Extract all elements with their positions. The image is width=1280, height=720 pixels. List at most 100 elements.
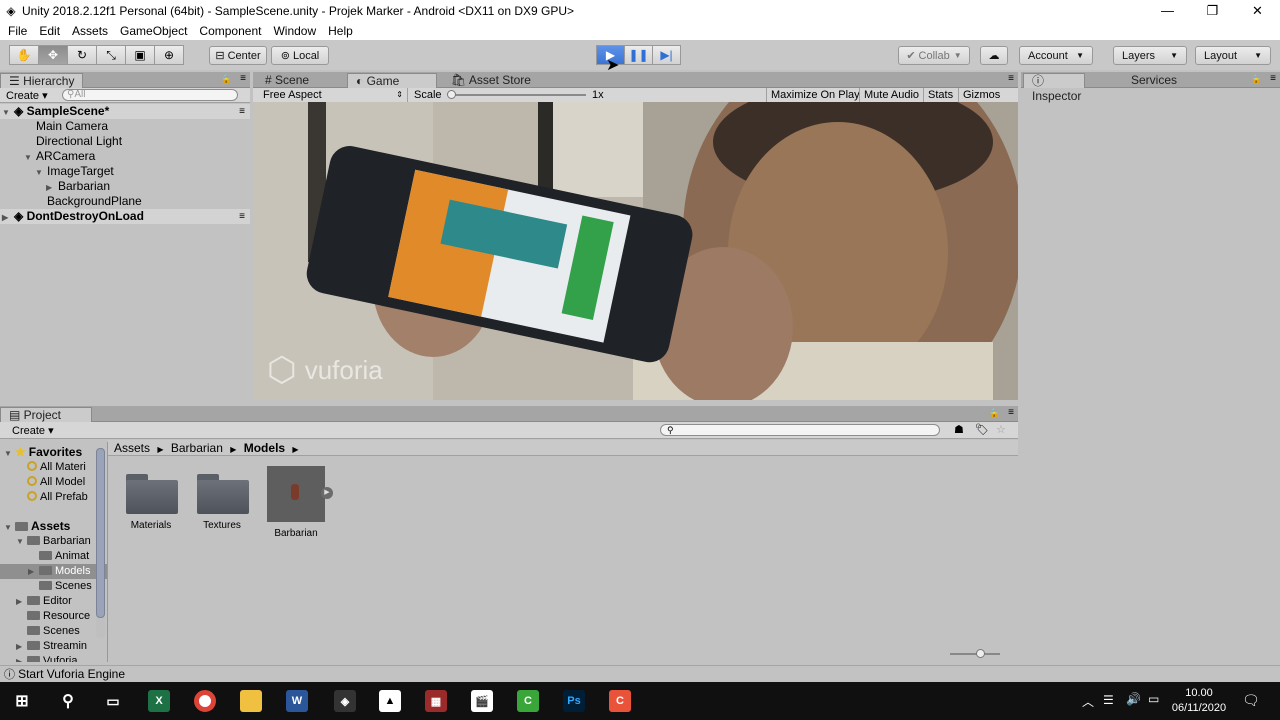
pivot-local-button[interactable]: ⊚ Local	[271, 46, 329, 65]
hierarchy-item[interactable]: Main Camera	[0, 119, 250, 134]
expand-right-icon[interactable]: ▶	[28, 564, 39, 579]
word-icon[interactable]: W	[286, 690, 308, 712]
scene-menu-icon[interactable]: ≡	[239, 209, 245, 224]
menu-help[interactable]: Help	[322, 24, 359, 38]
transform-tool-icon[interactable]: ⊕	[154, 45, 184, 65]
panel-menu-icon[interactable]: ≡	[240, 73, 246, 84]
scrollbar-track[interactable]	[96, 448, 105, 638]
notification-icon[interactable]: 🗨	[1242, 692, 1260, 709]
minimize-button[interactable]: —	[1145, 0, 1190, 22]
close-button[interactable]: ✕	[1235, 0, 1280, 22]
expand-right-icon[interactable]: ▶	[16, 594, 27, 609]
layout-dropdown[interactable]: Layout ▼	[1195, 46, 1271, 65]
move-tool-icon[interactable]: ✥	[38, 45, 68, 65]
asset-folder-item[interactable]: ▶ Models	[0, 564, 107, 579]
panel-menu-icon[interactable]: ≡	[1270, 73, 1276, 84]
hierarchy-item[interactable]: ▶ Barbarian	[0, 179, 250, 194]
menu-edit[interactable]: Edit	[33, 24, 66, 38]
icon-size-slider[interactable]	[950, 649, 1000, 658]
panel-menu-icon[interactable]: ≡	[1008, 73, 1014, 84]
expand-down-icon[interactable]: ▼	[16, 534, 27, 549]
windows-start-icon[interactable]: ⊞	[11, 690, 33, 712]
expand-down-icon[interactable]: ▼	[4, 446, 15, 460]
tab-scene[interactable]: # Scene	[257, 73, 317, 88]
asset-folder-item[interactable]: ▼ Barbarian	[0, 534, 107, 549]
unity-icon[interactable]: ◈	[334, 690, 356, 712]
account-dropdown[interactable]: Account ▼	[1019, 46, 1093, 65]
mute-audio-toggle[interactable]: Mute Audio	[859, 88, 923, 102]
filter-label-icon[interactable]: 🏷	[975, 423, 989, 436]
panel-menu-icon[interactable]: ≡	[1008, 407, 1014, 418]
camtasia-icon[interactable]: C	[517, 690, 539, 712]
expand-down-icon[interactable]: ▼	[4, 520, 15, 534]
asset-folder-item[interactable]: ▶ Vuforia	[0, 654, 107, 662]
scale-slider[interactable]	[447, 90, 586, 99]
expand-down-icon[interactable]: ▼	[24, 150, 36, 165]
asset-folder-item[interactable]: Scenes	[0, 624, 107, 639]
recorder-icon[interactable]: C	[609, 690, 631, 712]
hierarchy-item[interactable]: Directional Light	[0, 134, 250, 149]
game-view[interactable]: ⬡ vuforia	[253, 102, 1018, 400]
search-icon[interactable]: ⚲	[57, 690, 79, 712]
filter-type-icon[interactable]: ☗	[954, 423, 964, 436]
menu-gameobject[interactable]: GameObject	[114, 24, 193, 38]
volume-icon[interactable]: 🔊	[1126, 692, 1141, 706]
hierarchy-item[interactable]: BackgroundPlane	[0, 194, 250, 209]
hand-tool-icon[interactable]: ✋	[9, 45, 39, 65]
stats-toggle[interactable]: Stats	[923, 88, 957, 102]
maximize-on-play-toggle[interactable]: Maximize On Play	[766, 88, 864, 102]
project-search-input[interactable]: ⚲	[660, 424, 940, 436]
breadcrumb-assets[interactable]: Assets	[114, 441, 150, 455]
create-dropdown[interactable]: Create ▾	[12, 424, 54, 437]
scrollbar-thumb[interactable]	[96, 448, 105, 618]
tab-project[interactable]: ▤ Project	[0, 407, 92, 422]
excel-icon[interactable]: X	[148, 690, 170, 712]
pause-button[interactable]: ❚❚	[624, 45, 653, 65]
scale-tool-icon[interactable]: ⤡	[96, 45, 126, 65]
battery-icon[interactable]: ▭	[1148, 692, 1159, 706]
favorite-item[interactable]: All Materi	[0, 460, 107, 475]
favorite-item[interactable]: All Model	[0, 475, 107, 490]
photos-icon[interactable]: ▲	[379, 690, 401, 712]
scene-menu-icon[interactable]: ≡	[239, 104, 245, 119]
favorites-header[interactable]: ▼ ★ Favorites	[0, 445, 107, 460]
tab-asset-store[interactable]: 🛍 Asset Store	[443, 73, 539, 88]
expand-right-icon[interactable]: ▶	[16, 639, 27, 654]
menu-window[interactable]: Window	[267, 24, 322, 38]
maximize-button[interactable]: ❐	[1190, 0, 1235, 22]
expand-down-icon[interactable]: ▼	[2, 105, 14, 120]
gizmos-dropdown[interactable]: Gizmos	[958, 88, 1014, 102]
asset-folder-item[interactable]: Scenes	[0, 579, 107, 594]
tab-services[interactable]: Services	[1123, 73, 1185, 88]
favorite-star-icon[interactable]: ☆	[996, 423, 1006, 436]
menu-file[interactable]: File	[2, 24, 33, 38]
expand-right-icon[interactable]: ▶	[2, 210, 14, 225]
hierarchy-search-input[interactable]: ⚲All	[62, 89, 238, 101]
menu-assets[interactable]: Assets	[66, 24, 114, 38]
step-button[interactable]: ▶|	[652, 45, 681, 65]
winrar-icon[interactable]: ▦	[425, 690, 447, 712]
asset-item[interactable]: Textures	[191, 470, 253, 531]
tray-chevron-icon[interactable]: ︿	[1082, 693, 1094, 710]
scale-slider-thumb[interactable]	[447, 90, 456, 99]
expand-right-icon[interactable]: ▶	[16, 654, 27, 662]
hierarchy-item[interactable]: ▼ ImageTarget	[0, 164, 250, 179]
clock[interactable]: 10.00 06/11/2020	[1168, 686, 1230, 716]
lock-icon[interactable]: 🔒	[221, 74, 232, 85]
create-dropdown[interactable]: Create ▾	[6, 89, 48, 102]
asset-folder-item[interactable]: ▶ Streamin	[0, 639, 107, 654]
chrome-icon[interactable]	[194, 690, 216, 712]
breadcrumb-models[interactable]: Models	[244, 441, 285, 455]
asset-item[interactable]: ▶ Barbarian	[265, 466, 333, 539]
tab-hierarchy[interactable]: ☰ Hierarchy	[0, 73, 84, 88]
layers-dropdown[interactable]: Layers ▼	[1113, 46, 1187, 65]
asset-folder-item[interactable]: ▶ Editor	[0, 594, 107, 609]
favorite-item[interactable]: All Prefab	[0, 490, 107, 505]
collab-button[interactable]: ✔ Collab ▼	[898, 46, 970, 65]
hierarchy-item[interactable]: ▶ ◈ DontDestroyOnLoad ≡	[0, 209, 250, 224]
hierarchy-item[interactable]: ▼ ◈ SampleScene* ≡	[0, 104, 250, 119]
expand-asset-icon[interactable]: ▶	[321, 487, 333, 499]
wifi-icon[interactable]: ☰	[1103, 693, 1114, 707]
lock-icon[interactable]: 🔒	[1251, 74, 1262, 85]
hierarchy-item[interactable]: ▼ ARCamera	[0, 149, 250, 164]
